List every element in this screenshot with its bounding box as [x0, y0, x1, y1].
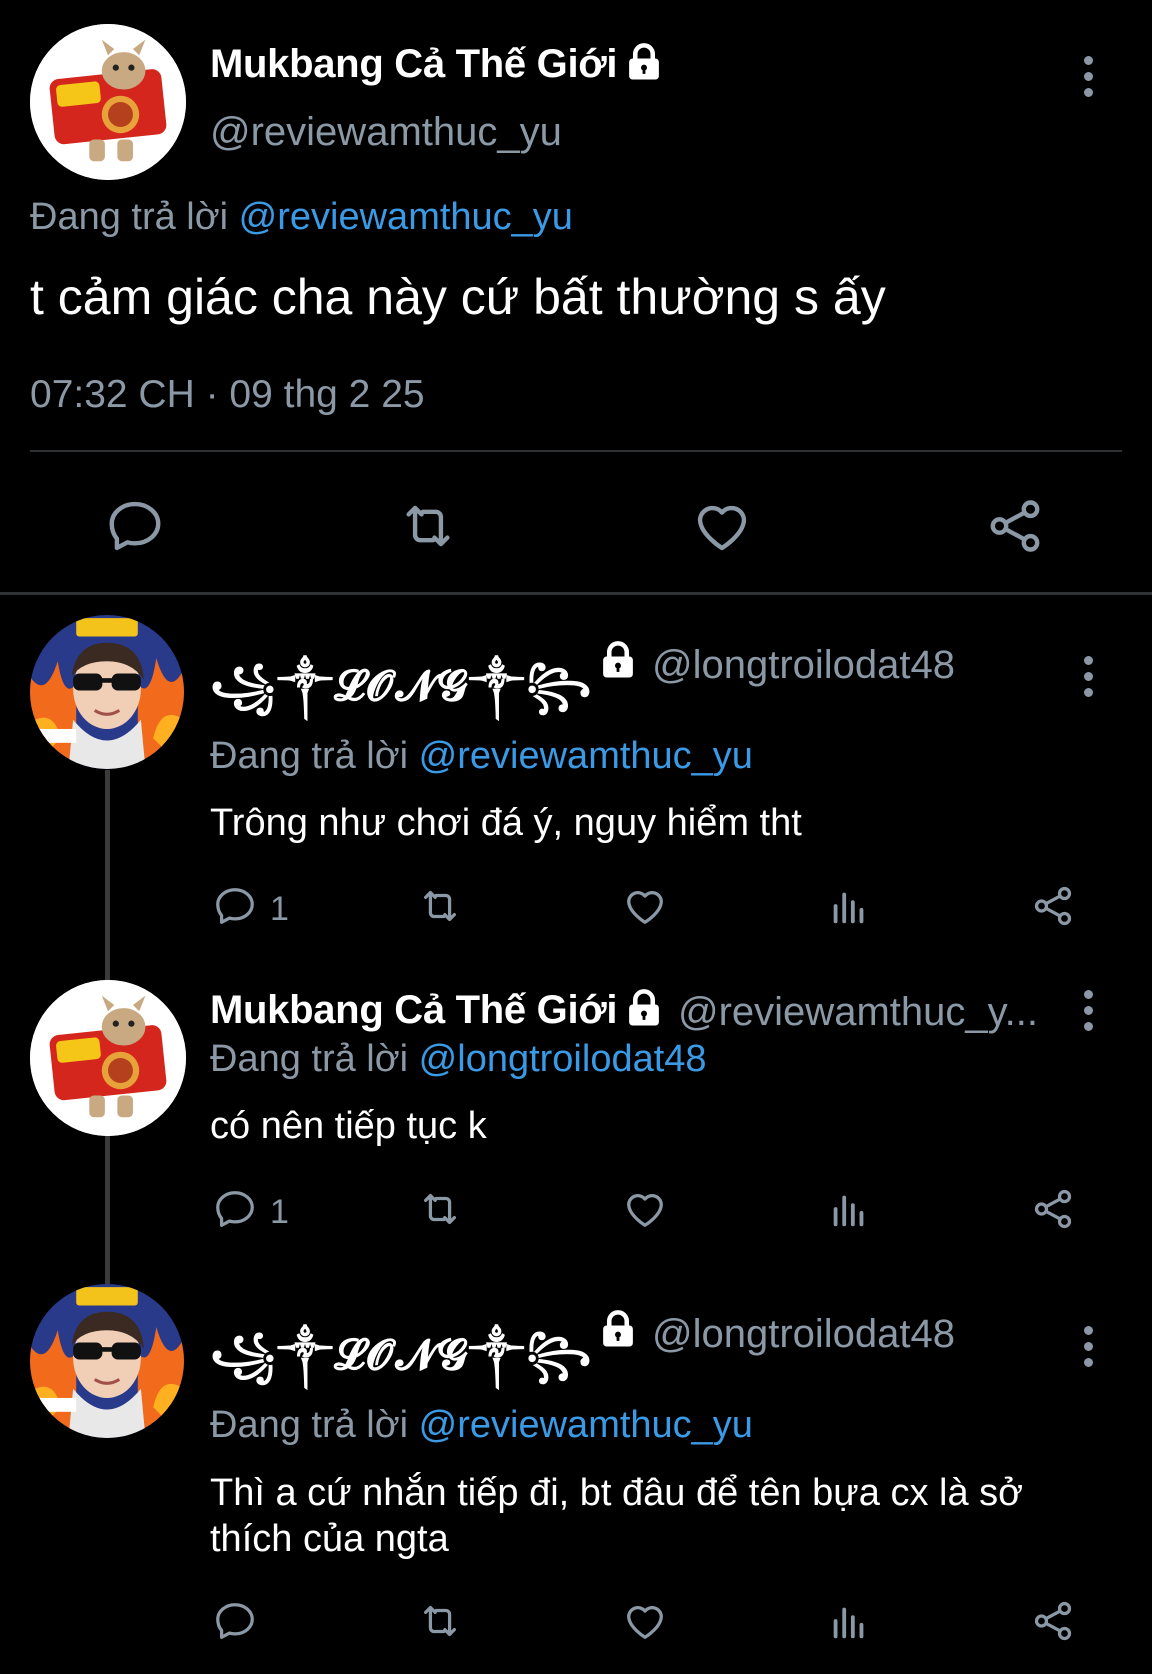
- retweet-icon[interactable]: [414, 1186, 466, 1232]
- author-handle[interactable]: @longtroilodat48: [652, 1312, 955, 1357]
- like-icon[interactable]: [622, 1598, 668, 1644]
- freefire-avatar-image: [30, 1284, 184, 1438]
- retweet-icon[interactable]: [392, 495, 464, 557]
- share-icon[interactable]: [1030, 1598, 1076, 1644]
- reply-icon[interactable]: [212, 1598, 258, 1644]
- author-name-text: Mukbang Cả Thế Giới: [210, 42, 618, 86]
- author-handle[interactable]: @reviewamthuc_yu: [210, 110, 562, 155]
- lock-icon: [623, 987, 665, 1029]
- thread-line: [105, 770, 110, 980]
- retweet-icon[interactable]: [414, 1598, 466, 1644]
- avatar[interactable]: [30, 1284, 184, 1438]
- lock-icon: [597, 1308, 639, 1350]
- more-options-icon[interactable]: [1084, 56, 1093, 104]
- mention-link[interactable]: @reviewamthuc_yu: [419, 735, 753, 777]
- share-icon[interactable]: [1030, 1186, 1076, 1232]
- replying-to: Đang trả lời @reviewamthuc_yu: [210, 735, 753, 778]
- replying-to-prefix: Đang trả lời: [210, 1038, 419, 1080]
- lock-icon: [597, 639, 639, 681]
- share-icon[interactable]: [984, 495, 1046, 557]
- mention-link[interactable]: @reviewamthuc_yu: [239, 196, 573, 238]
- replying-to-prefix: Đang trả lời: [210, 735, 419, 777]
- tweet-text: Thì a cứ nhắn tiếp đi, bt đâu để tên bựa…: [210, 1470, 1130, 1562]
- views-icon[interactable]: [826, 1186, 872, 1232]
- mention-link[interactable]: @reviewamthuc_yu: [419, 1404, 753, 1446]
- author-display-name[interactable]: Mukbang Cả Thế Giới: [210, 42, 618, 87]
- replying-to: Đang trả lời @longtroilodat48: [210, 1038, 707, 1081]
- author-handle[interactable]: @reviewamthuc_y...: [678, 990, 1038, 1035]
- reply-icon[interactable]: [212, 883, 258, 929]
- replying-to-prefix: Đang trả lời: [30, 196, 239, 238]
- lock-icon: [623, 41, 665, 83]
- tweet-text-line: Thì a cứ nhắn tiếp đi, bt đâu để tên bựa…: [210, 1472, 1024, 1514]
- tweet-text: t cảm giác cha này cứ bất thường s ấy: [30, 269, 886, 325]
- noodle-cat-avatar-image: [30, 24, 186, 180]
- like-icon[interactable]: [622, 883, 668, 929]
- avatar[interactable]: [30, 980, 186, 1136]
- views-icon[interactable]: [826, 1598, 872, 1644]
- tweet-text: Trông như chơi đá ý, nguy hiểm tht: [210, 802, 802, 844]
- mention-link[interactable]: @longtroilodat48: [419, 1038, 707, 1080]
- tweet-timestamp[interactable]: 07:32 CH · 09 thg 2 25: [30, 373, 425, 417]
- like-icon[interactable]: [622, 1186, 668, 1232]
- reply-icon[interactable]: [104, 495, 166, 557]
- noodle-cat-avatar-image: [30, 980, 186, 1136]
- author-display-name[interactable]: Mukbang Cả Thế Giới: [210, 988, 618, 1033]
- more-options-icon[interactable]: [1084, 990, 1093, 1038]
- reply-count: 1: [270, 1193, 289, 1231]
- share-icon[interactable]: [1030, 883, 1076, 929]
- freefire-avatar-image: [30, 615, 184, 769]
- reply-count: 1: [270, 890, 289, 928]
- retweet-icon[interactable]: [414, 883, 466, 929]
- section-divider: [0, 592, 1152, 595]
- avatar[interactable]: [30, 24, 186, 180]
- more-options-icon[interactable]: [1084, 656, 1093, 704]
- replying-to-prefix: Đang trả lời: [210, 1404, 419, 1446]
- more-options-icon[interactable]: [1084, 1326, 1093, 1374]
- like-icon[interactable]: [690, 495, 754, 557]
- reply-icon[interactable]: [212, 1186, 258, 1232]
- divider: [30, 450, 1122, 452]
- author-handle[interactable]: @longtroilodat48: [652, 643, 955, 688]
- tweet-text: có nên tiếp tục k: [210, 1105, 487, 1147]
- tweet-text-line: thích của ngta: [210, 1518, 449, 1560]
- views-icon[interactable]: [826, 883, 872, 929]
- avatar[interactable]: [30, 615, 184, 769]
- replying-to: Đang trả lời @reviewamthuc_yu: [30, 196, 573, 239]
- thread-line: [105, 1135, 110, 1285]
- replying-to: Đang trả lời @reviewamthuc_yu: [210, 1404, 753, 1447]
